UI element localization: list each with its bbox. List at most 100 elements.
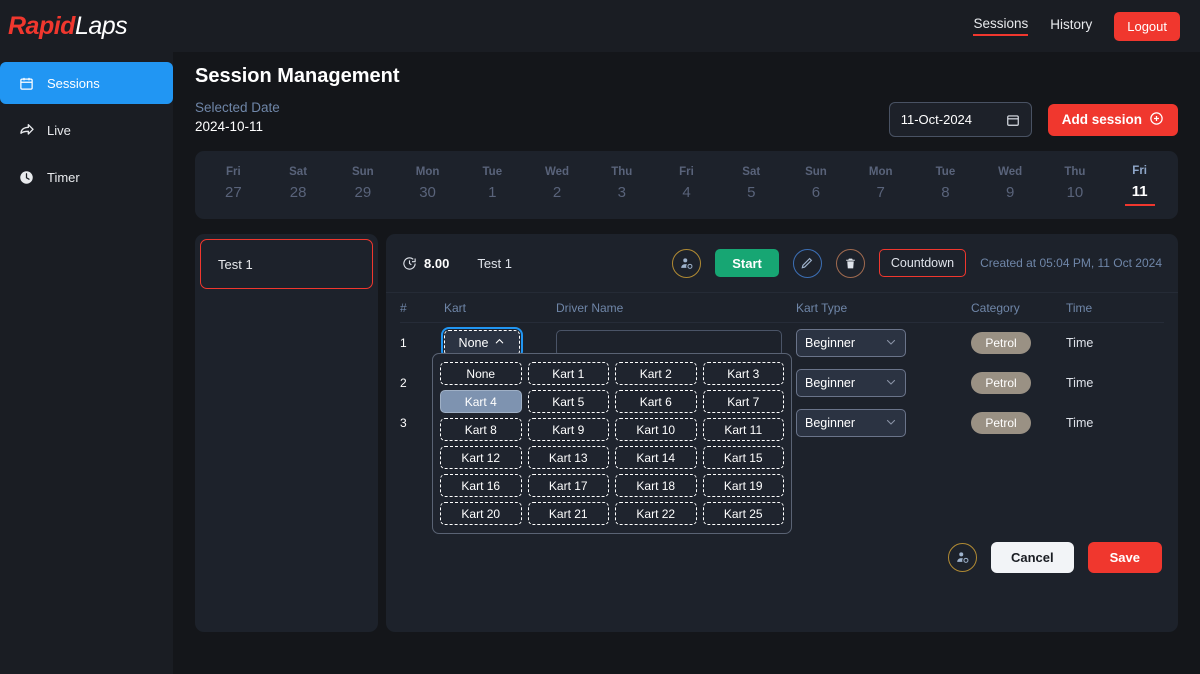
kart-type-value: Beginner	[805, 376, 856, 390]
week-day-number: 1	[488, 183, 497, 201]
share-icon	[18, 122, 35, 139]
sidebar-item-timer[interactable]: Timer	[0, 156, 173, 198]
add-driver-icon[interactable]	[947, 543, 977, 572]
column-header-driver: Driver Name	[556, 300, 624, 315]
logout-button[interactable]: Logout	[1114, 11, 1180, 41]
column-header-karttype: Kart Type	[796, 300, 848, 315]
week-day-28[interactable]: Sat 28	[266, 166, 331, 205]
selected-date-label: Selected Date	[195, 100, 280, 115]
kart-type-select[interactable]: Beginner	[796, 409, 906, 437]
week-day-29[interactable]: Sun 29	[330, 166, 395, 205]
cancel-button[interactable]: Cancel	[990, 542, 1074, 573]
week-day-name: Thu	[611, 165, 633, 178]
top-navbar: Sessions History Logout	[173, 0, 1200, 52]
chevron-down-icon	[885, 336, 897, 351]
kart-option[interactable]: Kart 12	[440, 446, 522, 469]
kart-option[interactable]: Kart 1	[527, 362, 609, 385]
kart-type-select[interactable]: Beginner	[796, 369, 906, 397]
sidebar-item-label-sessions: Sessions	[47, 75, 100, 91]
content-area: Session Management Selected Date 2024-10…	[173, 65, 1200, 632]
sidebar-item-sessions[interactable]: Sessions	[0, 62, 173, 104]
session-list-panel: Test 1	[195, 234, 378, 632]
kart-type-cell: Beginner	[796, 329, 971, 357]
selected-date-block: Selected Date 2024-10-11	[195, 100, 280, 134]
kart-select-dropdown[interactable]: None Kart 1 Kart 2 Kart 3 Kart 4 Kart 5 Kart 6…	[432, 353, 792, 534]
session-detail-panel: 8.00 Test 1 Start Countdown Created at 0…	[386, 234, 1178, 632]
kart-option[interactable]: Kart 6	[615, 390, 697, 413]
week-day-number: 6	[811, 183, 821, 201]
week-day-7[interactable]: Mon 7	[848, 166, 913, 205]
kart-option[interactable]: None	[440, 362, 522, 385]
week-day-6[interactable]: Sun 6	[784, 166, 849, 205]
week-day-number: 8	[941, 183, 950, 201]
kart-option[interactable]: Kart 20	[440, 502, 522, 525]
session-list-item[interactable]: Test 1	[200, 239, 373, 289]
week-day-9[interactable]: Wed 9	[978, 166, 1043, 205]
main-area: Sessions History Logout Session Manageme…	[173, 0, 1200, 674]
kart-option[interactable]: Kart 9	[527, 418, 609, 441]
week-day-name: Fri	[1132, 164, 1147, 177]
week-day-8[interactable]: Tue 8	[913, 166, 978, 205]
week-day-5[interactable]: Sat 5	[719, 166, 784, 205]
save-button[interactable]: Save	[1087, 542, 1162, 573]
kart-option[interactable]: Kart 16	[440, 474, 522, 497]
kart-option[interactable]: Kart 3	[702, 362, 784, 385]
week-day-number: 10	[1066, 183, 1084, 201]
week-day-11[interactable]: Fri 11	[1107, 165, 1172, 206]
kart-option[interactable]: Kart 10	[615, 418, 697, 441]
kart-option[interactable]: Kart 4	[440, 390, 522, 413]
kart-option[interactable]: Kart 15	[702, 446, 784, 469]
kart-option[interactable]: Kart 5	[527, 390, 609, 413]
column-header-time: Time	[1066, 300, 1093, 315]
week-day-name: Sat	[742, 165, 761, 178]
topnav-link-history[interactable]: History	[1050, 17, 1092, 35]
kart-option[interactable]: Kart 11	[702, 418, 784, 441]
kart-option[interactable]: Kart 2	[615, 362, 697, 385]
start-button[interactable]: Start	[715, 249, 779, 277]
add-session-button[interactable]: Add session	[1047, 103, 1178, 136]
edit-pencil-icon[interactable]	[792, 248, 822, 278]
assign-driver-icon[interactable]	[672, 248, 702, 278]
week-day-2[interactable]: Wed 2	[525, 166, 590, 205]
week-day-name: Fri	[226, 165, 241, 178]
table-header-row: # Kart Driver Name Kart Type Category Ti…	[400, 293, 1164, 323]
kart-option[interactable]: Kart 7	[702, 390, 784, 413]
topnav-link-sessions[interactable]: Sessions	[973, 16, 1029, 36]
drivers-table: # Kart Driver Name Kart Type Category Ti…	[386, 293, 1178, 534]
logo-text-laps: Laps	[74, 11, 128, 40]
sidebar-item-label-live: Live	[47, 122, 71, 138]
session-detail-header: 8.00 Test 1 Start Countdown Created at 0…	[386, 234, 1178, 293]
kart-select-value: None	[458, 336, 489, 350]
week-day-name: Sat	[289, 165, 308, 178]
kart-option[interactable]: Kart 18	[615, 474, 697, 497]
delete-trash-icon[interactable]	[835, 248, 865, 278]
week-day-4[interactable]: Fri 4	[654, 166, 719, 205]
kart-option[interactable]: Kart 21	[527, 502, 609, 525]
kart-option[interactable]: Kart 17	[527, 474, 609, 497]
session-duration-value: 8.00	[424, 255, 450, 271]
sidebar-item-live[interactable]: Live	[0, 109, 173, 151]
week-day-name: Tue	[482, 165, 503, 178]
calendar-picker-icon[interactable]	[1006, 113, 1020, 127]
date-row: Selected Date 2024-10-11 11-Oct-2024 Add…	[195, 100, 1178, 137]
kart-option[interactable]: Kart 13	[527, 446, 609, 469]
date-picker-input[interactable]: 11-Oct-2024	[888, 102, 1032, 137]
add-session-label: Add session	[1061, 112, 1142, 127]
week-day-number: 29	[354, 183, 372, 201]
kart-option[interactable]: Kart 14	[615, 446, 697, 469]
week-day-27[interactable]: Fri 27	[201, 166, 266, 205]
kart-option[interactable]: Kart 19	[702, 474, 784, 497]
chevron-up-icon	[494, 336, 505, 350]
category-badge: Petrol	[971, 332, 1031, 354]
kart-type-select[interactable]: Beginner	[796, 329, 906, 357]
week-day-30[interactable]: Mon 30	[395, 166, 460, 205]
week-day-1[interactable]: Tue 1	[460, 166, 525, 205]
kart-option[interactable]: Kart 22	[615, 502, 697, 525]
week-day-number: 7	[876, 183, 885, 201]
kart-option[interactable]: Kart 25	[702, 502, 784, 525]
category-badge: Petrol	[971, 372, 1031, 394]
kart-option[interactable]: Kart 8	[440, 418, 522, 441]
week-day-10[interactable]: Thu 10	[1043, 166, 1108, 205]
week-day-3[interactable]: Thu 3	[589, 166, 654, 205]
countdown-button[interactable]: Countdown	[878, 249, 967, 277]
